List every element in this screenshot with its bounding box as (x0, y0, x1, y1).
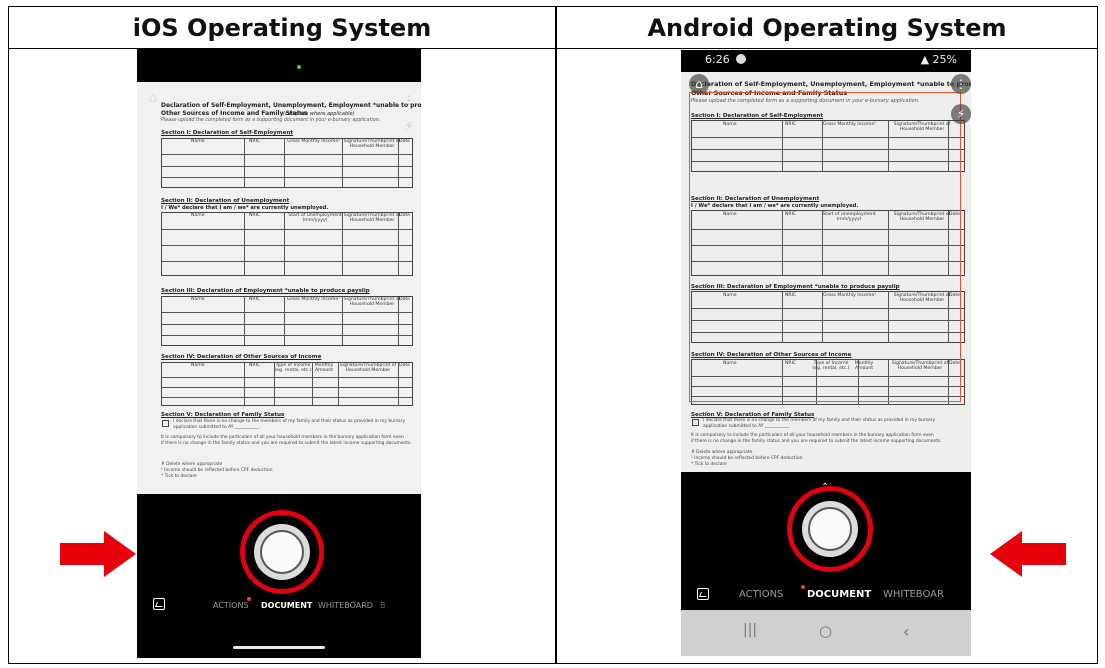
col-start-unemployment: Start of unemployment (mm/yyyy) (288, 213, 342, 223)
mode-document[interactable]: DOCUMENT (807, 589, 871, 600)
ios-phone-screen: Declaration of Self-Employment, Unemploy… (137, 48, 421, 658)
col-name: Name (191, 297, 205, 302)
note-delete: # Delete where appropriate (161, 462, 223, 467)
home-icon[interactable]: ⌂ (689, 74, 709, 94)
family-status-line1: I declare that there is no change to the… (173, 419, 406, 424)
compulsory-line2: if there is no change in the family stat… (161, 441, 412, 446)
family-status-line1: I declare that there is no change to the… (703, 418, 936, 423)
col-nric: NRIC (249, 363, 261, 368)
col-nric: NRIC (249, 213, 261, 218)
col-nric: NRIC (249, 139, 261, 144)
android-column-title: Android Operating System (647, 14, 1007, 42)
col-date: Date (399, 139, 410, 144)
col-date: Date (399, 363, 410, 368)
col-signature: Signature/Thumbprint of Household Member (343, 139, 401, 149)
ios-column-title: iOS Operating System (132, 14, 432, 42)
home-button-icon[interactable]: ○ (819, 622, 832, 640)
mode-actions[interactable]: ACTIONS (213, 601, 249, 610)
note-income: ¹ Income should be reflected before CPF … (161, 468, 273, 473)
document-preview: Declaration of Self-Employment, Unemploy… (137, 82, 421, 494)
battery-level: 25% (932, 53, 957, 66)
doc-title: Declaration of Self-Employment, Unemploy… (691, 80, 971, 88)
section-3-heading: Section III: Declaration of Employment *… (161, 288, 370, 294)
compulsory-line1: It is compulsory to include the particul… (691, 433, 934, 438)
android-navigation-bar: ||| ○ ‹ (681, 610, 971, 656)
section-2-heading: Section II: Declaration of Unemployment (161, 198, 290, 204)
shutter-button[interactable] (802, 501, 858, 557)
section-1-heading: Section I: Declaration of Self-Employmen… (161, 130, 294, 136)
recent-apps-icon[interactable]: ||| (743, 622, 757, 638)
family-status-checkbox (162, 420, 169, 427)
shutter-button-core (260, 530, 304, 574)
app-notification-icon (736, 54, 746, 64)
camera-indicator-dot (297, 65, 301, 69)
section-2-statement: I / We* declare that I am / we* are curr… (161, 205, 329, 211)
document-preview: Declaration of Self-Employment, Unemploy… (681, 72, 971, 472)
compulsory-line1: It is compulsory to include the particul… (161, 435, 404, 440)
more-options-icon[interactable]: ⋮ (951, 74, 971, 94)
note-income: ¹ Income should be reflected before CPF … (691, 456, 803, 461)
column-divider (555, 7, 557, 663)
mode-whiteboard[interactable]: WHITEBOARD (318, 601, 373, 610)
ios-mode-bar: ACTIONS DOCUMENT WHITEBOARD B (137, 597, 421, 615)
mode-actions[interactable]: ACTIONS (739, 589, 783, 600)
android-phone-screen: 6:26 ▲ 25% Declaration of Self-Employmen… (681, 50, 971, 656)
doc-instruction: Please upload the completed form as a su… (161, 118, 381, 123)
signal-icon: ▲ (920, 53, 933, 66)
note-tick: * Tick to declare (161, 474, 197, 479)
col-gross-income: Gross Monthly Income¹ (287, 139, 341, 144)
status-icons: ▲ 25% (921, 53, 957, 66)
mode-next[interactable]: B (380, 601, 386, 610)
shutter-button-core (808, 507, 852, 551)
family-status-line2: application submitted to AY ___________. (703, 424, 791, 429)
home-icon[interactable]: ⌂ (143, 88, 163, 108)
actions-notification-dot (801, 585, 805, 589)
flash-icon[interactable]: ⚡ (399, 116, 419, 136)
home-indicator (233, 646, 325, 649)
col-monthly-amount: Monthly Amount (314, 363, 334, 373)
col-gross-income: Gross Monthly Income¹ (287, 297, 341, 302)
arrow-right-icon (60, 531, 136, 577)
mode-document[interactable]: DOCUMENT (261, 601, 312, 610)
note-tick: * Tick to declare (691, 462, 727, 467)
col-signature: Signature/Thumbprint of Household Member (343, 213, 401, 223)
col-date: Date (399, 297, 410, 302)
shutter-button[interactable] (254, 524, 310, 580)
document-detection-frame (689, 92, 961, 402)
actions-notification-dot (247, 597, 251, 601)
doc-title-suffix: (complete where applicable) (283, 110, 355, 117)
back-icon[interactable]: ‹ (903, 622, 909, 641)
col-signature: Signature/Thumbprint of Household Member (339, 363, 397, 373)
arrow-left-icon (990, 531, 1066, 577)
section-5-heading: Section V: Declaration of Family Status (161, 412, 285, 418)
col-date: Date (399, 213, 410, 218)
status-bar: 6:26 ▲ 25% (681, 50, 971, 70)
doc-title: Declaration of Self-Employment, Unemploy… (161, 102, 421, 109)
more-options-icon[interactable]: ⋮ (399, 90, 419, 110)
col-name: Name (191, 363, 205, 368)
section-4-heading: Section IV: Declaration of Other Sources… (161, 354, 322, 360)
mode-whiteboard[interactable]: WHITEBOAR (883, 589, 944, 600)
family-status-line2: application submitted to AY ___________. (173, 425, 261, 430)
note-delete: # Delete where appropriate (691, 450, 753, 455)
col-name: Name (191, 139, 205, 144)
col-name: Name (191, 213, 205, 218)
android-mode-bar: ACTIONS DOCUMENT WHITEBOAR (681, 585, 971, 603)
flash-icon[interactable]: ⚡ (951, 104, 971, 124)
family-status-checkbox (692, 419, 699, 426)
col-nric: NRIC (249, 297, 261, 302)
compulsory-line2: if there is no change in the family stat… (691, 439, 942, 444)
col-signature: Signature/Thumbprint of Household Member (343, 297, 401, 307)
status-time: 6:26 (705, 53, 730, 66)
col-income-type: Type of Income (eg. rental, etc.) (274, 363, 312, 373)
